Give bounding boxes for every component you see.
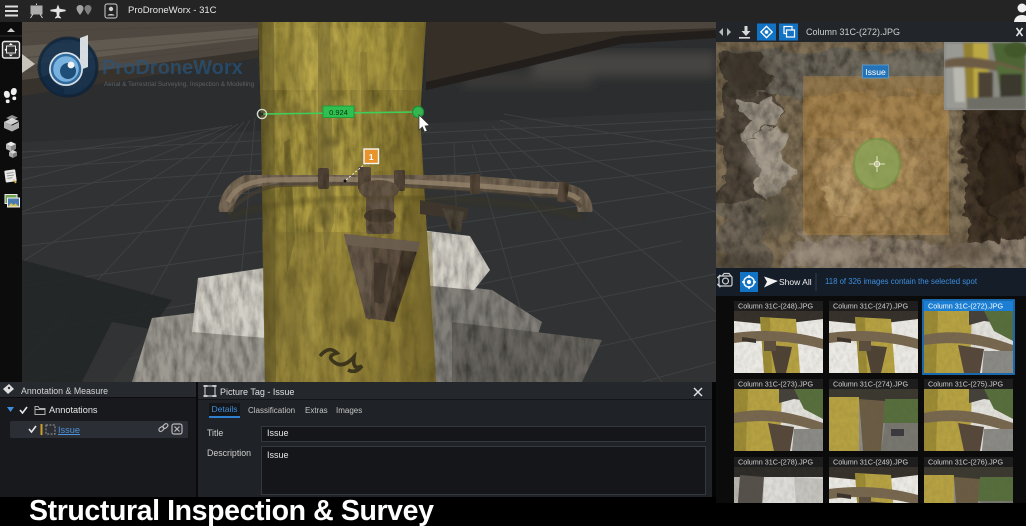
svg-text:Column 31C-(248).JPG: Column 31C-(248).JPG: [738, 302, 814, 311]
svg-text:Column 31C-(272).JPG: Column 31C-(272).JPG: [928, 302, 1004, 311]
svg-text:Column 31C-(274).JPG: Column 31C-(274).JPG: [833, 380, 909, 389]
svg-text:Column 31C-(275).JPG: Column 31C-(275).JPG: [928, 380, 1004, 389]
svg-text:Column 31C-(278).JPG: Column 31C-(278).JPG: [738, 458, 814, 467]
svg-text:Column 31C-(273).JPG: Column 31C-(273).JPG: [738, 380, 814, 389]
svg-text:ProDroneWorx: ProDroneWorx: [102, 57, 243, 79]
svg-text:Column 31C-(249).JPG: Column 31C-(249).JPG: [833, 458, 909, 467]
svg-text:0.924: 0.924: [329, 108, 348, 117]
svg-text:Issue: Issue: [865, 67, 886, 77]
svg-text:Column 31C-(276).JPG: Column 31C-(276).JPG: [928, 458, 1004, 467]
svg-text:Aerial & Terrestrial Surveying: Aerial & Terrestrial Surveying, Inspecti…: [104, 81, 255, 88]
svg-text:Column 31C-(247).JPG: Column 31C-(247).JPG: [833, 302, 909, 311]
svg-text:1: 1: [369, 152, 374, 162]
